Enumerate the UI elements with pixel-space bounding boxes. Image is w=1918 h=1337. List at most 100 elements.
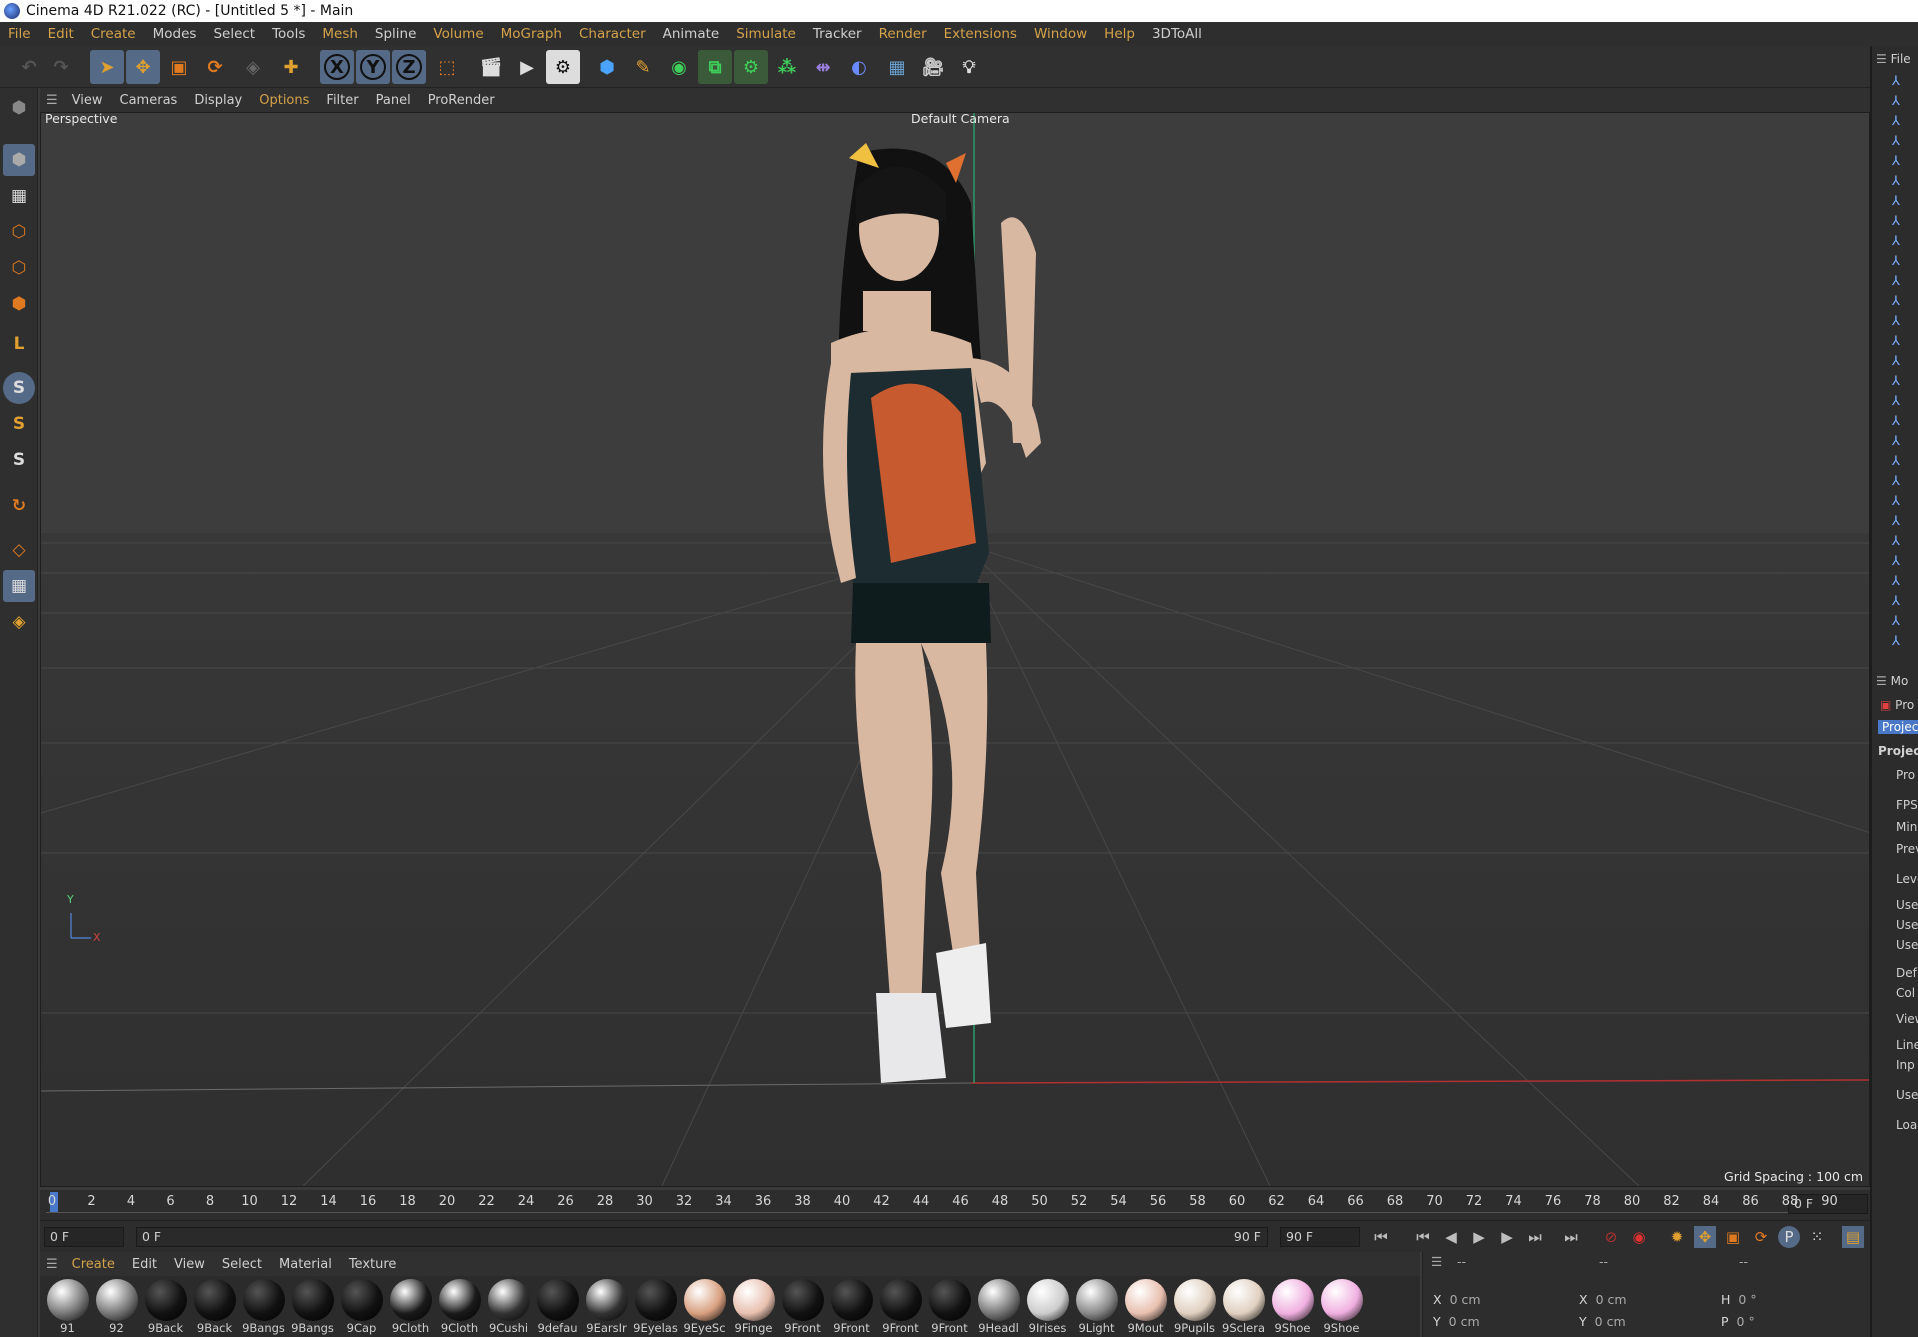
object-bone-icon[interactable]: ⅄ [1892,414,1910,430]
material-menu-texture[interactable]: Texture [349,1257,397,1272]
record-active-icon[interactable]: ⊘ [1600,1226,1622,1248]
make-editable-icon[interactable]: ⬢ [3,92,35,124]
viewport-menu-panel[interactable]: Panel [376,93,411,108]
object-bone-icon[interactable]: ⅄ [1892,314,1910,330]
material-swatch[interactable]: 91 [43,1276,92,1337]
attrs-mode-menu[interactable]: Mo [1891,674,1909,688]
key-pla-icon[interactable]: ⁙ [1806,1226,1828,1248]
material-menu-create[interactable]: Create [72,1257,115,1272]
viewport-hamburger-icon[interactable]: ☰ [46,93,58,108]
object-bone-icon[interactable]: ⅄ [1892,494,1910,510]
undo-icon[interactable]: ↶ [12,50,46,84]
snap-icon[interactable]: S [3,372,35,404]
menu-window[interactable]: Window [1034,26,1087,42]
scale-tool-icon[interactable]: ▣ [162,50,196,84]
material-swatch[interactable]: 9Shoe [1268,1276,1317,1337]
perspective-viewport[interactable]: Perspective Default Camera Y X Grid Spac… [40,112,1870,1187]
field-icon[interactable]: ◐ [842,50,876,84]
key-rotation-icon[interactable]: ⟳ [1750,1226,1772,1248]
move-tool-icon[interactable]: ✥ [126,50,160,84]
deformer-icon[interactable]: ⇹ [806,50,840,84]
material-swatch[interactable]: 9EyeSc [680,1276,729,1337]
rotate-tool-icon[interactable]: ⟳ [198,50,232,84]
viewport-menu-display[interactable]: Display [194,93,242,108]
tab-project[interactable]: Project [1878,720,1918,734]
material-swatch[interactable]: 9Cap [337,1276,386,1337]
material-hamburger-icon[interactable]: ☰ [46,1257,58,1272]
menu-modes[interactable]: Modes [153,26,197,42]
cube-object-icon[interactable]: ⬢ [590,50,624,84]
coords-hamburger-icon[interactable]: ☰ [1431,1254,1442,1269]
tweak-mode-icon[interactable]: ↻ [3,490,35,522]
array-icon[interactable]: ⧉ [698,50,732,84]
render-picture-viewer-icon[interactable]: ▶ [510,50,544,84]
play-icon[interactable]: ▶ [1468,1226,1490,1248]
object-bone-icon[interactable]: ⅄ [1892,614,1910,630]
next-key-icon[interactable]: ⏭ [1524,1226,1546,1248]
menu-tools[interactable]: Tools [272,26,305,42]
menu-simulate[interactable]: Simulate [736,26,796,42]
object-bone-icon[interactable]: ⅄ [1892,234,1910,250]
subdivision-surface-icon[interactable]: ◉ [662,50,696,84]
next-frame-icon[interactable]: ▶ [1496,1226,1518,1248]
material-menu-edit[interactable]: Edit [132,1257,157,1272]
axis-mode-icon[interactable]: L [3,328,35,360]
h-rotation-field[interactable]: 0 ° [1738,1292,1756,1307]
points-mode-icon[interactable]: ⬡ [3,216,35,248]
object-bone-icon[interactable]: ⅄ [1892,334,1910,350]
material-swatch[interactable]: 9Front [778,1276,827,1337]
project-item[interactable]: Pro [1895,698,1914,712]
camera-icon[interactable]: 🎥︎ [916,50,950,84]
start-frame-field[interactable]: 0 F [44,1227,124,1247]
redo-icon[interactable]: ↷ [44,50,78,84]
object-bone-icon[interactable]: ⅄ [1892,434,1910,450]
camera-label[interactable]: Default Camera [911,113,1010,126]
material-swatch[interactable]: 9Back [141,1276,190,1337]
previous-key-icon[interactable]: ⏮ [1412,1226,1434,1248]
planar-workplane-icon[interactable]: ◈ [3,606,35,638]
key-parameter-icon[interactable]: P [1778,1226,1800,1248]
object-bone-icon[interactable]: ⅄ [1892,354,1910,370]
workplane-icon[interactable]: ◇ [3,534,35,566]
viewport-menu-options[interactable]: Options [259,93,309,108]
coordinate-system-icon[interactable]: ⬚ [430,50,464,84]
menu-tracker[interactable]: Tracker [813,26,862,42]
edges-mode-icon[interactable]: ⬡ [3,252,35,284]
object-bone-icon[interactable]: ⅄ [1892,154,1910,170]
material-swatch[interactable]: 9Front [876,1276,925,1337]
material-swatch[interactable]: 9Eyelas [631,1276,680,1337]
menu-file[interactable]: File [8,26,31,42]
menu-animate[interactable]: Animate [663,26,720,42]
menu-create[interactable]: Create [91,26,136,42]
previous-frame-icon[interactable]: ◀ [1440,1226,1462,1248]
select-tool-icon[interactable]: ➤ [90,50,124,84]
material-swatch[interactable]: 9Sclera [1219,1276,1268,1337]
y-position-field[interactable]: 0 cm [1449,1314,1480,1329]
material-menu-material[interactable]: Material [279,1257,332,1272]
snap-settings-icon[interactable]: S [3,408,35,440]
timeline-window-icon[interactable]: ▤ [1842,1226,1864,1248]
object-bone-icon[interactable]: ⅄ [1892,394,1910,410]
object-bone-icon[interactable]: ⅄ [1892,574,1910,590]
object-bone-icon[interactable]: ⅄ [1892,194,1910,210]
x-size-field[interactable]: 0 cm [1596,1292,1627,1307]
objects-file-menu[interactable]: File [1891,52,1911,66]
attrs-hamburger-icon[interactable]: ☰ [1876,674,1887,688]
object-bone-icon[interactable]: ⅄ [1892,554,1910,570]
object-bone-icon[interactable]: ⅄ [1892,254,1910,270]
menu-select[interactable]: Select [213,26,255,42]
material-swatch[interactable]: 9Bangs [288,1276,337,1337]
material-swatch[interactable]: 9Shoe [1317,1276,1366,1337]
menu-mesh[interactable]: Mesh [322,26,358,42]
y-axis-lock-icon[interactable]: Y [356,50,390,84]
y-size-field[interactable]: 0 cm [1595,1314,1626,1329]
material-swatch[interactable]: 9Front [925,1276,974,1337]
polygons-mode-icon[interactable]: ⬢ [3,288,35,320]
recent-tool-icon[interactable]: ◈ [236,50,270,84]
timeline-ruler[interactable]: 0 F 0 2 4 6 8 10 12 14 16 18 20 22 24 26 28 30 32 34 36 38 4… [40,1190,1870,1220]
material-swatch[interactable]: 9Front [827,1276,876,1337]
object-bone-icon[interactable]: ⅄ [1892,514,1910,530]
material-menu-select[interactable]: Select [222,1257,262,1272]
menu-character[interactable]: Character [579,26,646,42]
keyframe-selection-icon[interactable]: ✹ [1666,1226,1688,1248]
